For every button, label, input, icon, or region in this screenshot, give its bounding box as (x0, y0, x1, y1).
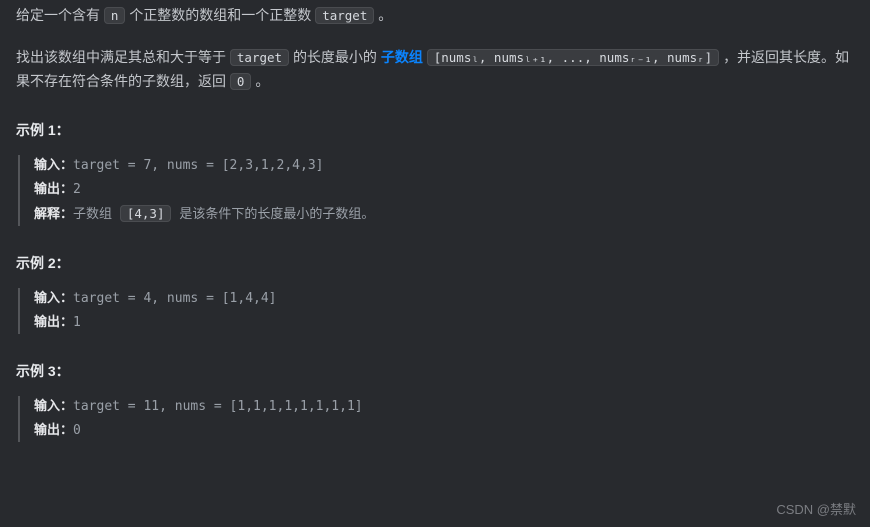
example-input-value: target = 11, nums = [1,1,1,1,1,1,1,1] (73, 399, 363, 414)
text-segment: 。 (255, 73, 269, 89)
link-subarray[interactable]: 子数组 (381, 49, 423, 65)
example-output-line: 输出：2 (34, 179, 854, 201)
example-input-line: 输入：target = 7, nums = [2,3,1,2,4,3] (34, 155, 854, 177)
label-output: 输出： (34, 315, 73, 330)
text-segment: 的长度最小的 (293, 49, 381, 65)
example-explain-line: 解释：子数组 [4,3] 是该条件下的长度最小的子数组。 (34, 203, 854, 226)
text-segment: 。 (378, 7, 392, 23)
example-1-title: 示例 1： (16, 119, 854, 143)
label-input: 输入： (34, 291, 73, 306)
text-segment: 找出该数组中满足其总和大于等于 (16, 49, 230, 65)
example-2-block: 输入：target = 4, nums = [1,4,4] 输出：1 (18, 288, 854, 334)
problem-description: 给定一个含有 n 个正整数的数组和一个正整数 target 。 找出该数组中满足… (16, 4, 854, 93)
inline-code-zero: 0 (230, 73, 252, 90)
example-output-value: 2 (73, 182, 81, 197)
example-input-value: target = 4, nums = [1,4,4] (73, 291, 277, 306)
example-3-title: 示例 3： (16, 360, 854, 384)
watermark: CSDN @禁默 (776, 499, 856, 521)
example-output-line: 输出：1 (34, 312, 854, 334)
label-input: 输入： (34, 399, 73, 414)
example-2-title: 示例 2： (16, 252, 854, 276)
example-1-block: 输入：target = 7, nums = [2,3,1,2,4,3] 输出：2… (18, 155, 854, 226)
example-output-line: 输出：0 (34, 420, 854, 442)
explain-text: 子数组 (73, 207, 120, 222)
example-output-value: 0 (73, 423, 81, 438)
inline-code-n: n (104, 7, 126, 24)
label-input: 输入： (34, 158, 73, 173)
example-input-line: 输入：target = 4, nums = [1,4,4] (34, 288, 854, 310)
label-output: 输出： (34, 423, 73, 438)
description-line-1: 给定一个含有 n 个正整数的数组和一个正整数 target 。 (16, 4, 854, 28)
inline-code-target: target (230, 49, 289, 66)
inline-code-target: target (315, 7, 374, 24)
explain-text: 是该条件下的长度最小的子数组。 (179, 207, 374, 222)
example-3-block: 输入：target = 11, nums = [1,1,1,1,1,1,1,1]… (18, 396, 854, 442)
example-output-value: 1 (73, 315, 81, 330)
inline-code-subarray: [4,3] (120, 205, 172, 222)
example-input-line: 输入：target = 11, nums = [1,1,1,1,1,1,1,1] (34, 396, 854, 418)
text-segment: 给定一个含有 (16, 7, 104, 23)
description-line-2: 找出该数组中满足其总和大于等于 target 的长度最小的 子数组 [numsₗ… (16, 46, 854, 94)
label-output: 输出： (34, 182, 73, 197)
inline-code-range: [numsₗ, numsₗ₊₁, ..., numsᵣ₋₁, numsᵣ] (427, 49, 719, 66)
label-explain: 解释： (34, 207, 73, 222)
text-segment: 个正整数的数组和一个正整数 (129, 7, 315, 23)
example-input-value: target = 7, nums = [2,3,1,2,4,3] (73, 158, 323, 173)
